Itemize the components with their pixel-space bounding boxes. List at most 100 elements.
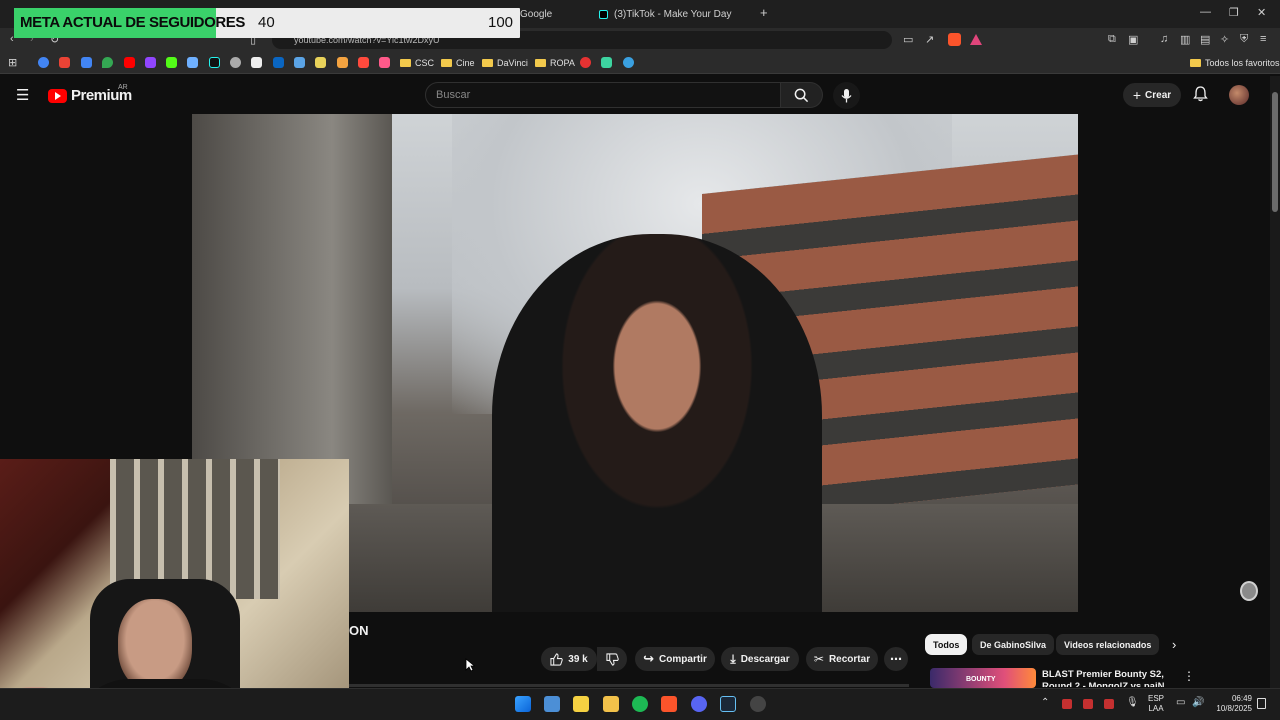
apps-grid-icon[interactable]: ⊞: [8, 56, 17, 69]
more-vertical-icon[interactable]: ⋮: [1183, 669, 1195, 683]
chip-related[interactable]: Videos relacionados: [1056, 634, 1160, 655]
bookmark-cloud-icon[interactable]: [294, 57, 305, 68]
bookmark-folder-ropa[interactable]: ROPA: [535, 54, 575, 72]
obs-icon[interactable]: [750, 696, 766, 712]
region-code: AR: [118, 84, 128, 91]
recommended-thumbnail[interactable]: BOUNTY: [930, 668, 1036, 688]
windows-start-icon[interactable]: [515, 696, 531, 712]
video-title: ON: [349, 623, 369, 638]
hamburger-menu-icon[interactable]: ☰: [16, 86, 29, 104]
bookmark-folder-cine[interactable]: Cine: [441, 54, 475, 72]
bookmark-slack-icon[interactable]: [337, 57, 348, 68]
docs-bookmark-icon[interactable]: [81, 57, 92, 68]
like-button[interactable]: 39 k: [541, 647, 597, 671]
download-button[interactable]: ⤓ Descargar: [721, 647, 799, 671]
volume-icon[interactable]: 🔊: [1192, 697, 1204, 708]
like-count: 39 k: [568, 653, 588, 665]
sidebar-icon[interactable]: ▥: [1180, 33, 1190, 46]
microphone-icon: [841, 88, 852, 102]
share-icon[interactable]: ↗: [925, 33, 934, 46]
follower-goal-target: 100: [488, 14, 514, 31]
sticky-notes-icon[interactable]: [573, 696, 589, 712]
all-bookmarks[interactable]: Todos los favoritos: [1190, 54, 1280, 72]
scissors-icon: ✂: [813, 652, 824, 666]
gmail-bookmark-icon[interactable]: [59, 57, 70, 68]
scrollbar-thumb[interactable]: [1272, 92, 1278, 212]
music-icon[interactable]: ♫: [1160, 33, 1168, 45]
folder-icon: [535, 59, 546, 67]
chip-todos[interactable]: Todos: [925, 634, 968, 655]
network-icon[interactable]: ▭: [1176, 697, 1185, 708]
clock[interactable]: 06:49 10/8/2025: [1212, 694, 1252, 714]
google-bookmark-icon[interactable]: [38, 57, 49, 68]
steam-icon[interactable]: [720, 696, 736, 712]
bookmark-flash-icon[interactable]: [358, 57, 369, 68]
create-button[interactable]: + Crear: [1123, 83, 1181, 107]
linkedin-bookmark-icon[interactable]: [273, 57, 284, 68]
photos-icon[interactable]: [544, 696, 560, 712]
youtube-bookmark-icon[interactable]: [124, 57, 135, 68]
bookmark-folder-davinci[interactable]: DaVinci: [482, 54, 528, 72]
twitter-bookmark-icon[interactable]: [187, 57, 198, 68]
brave-shield-icon[interactable]: [948, 33, 961, 46]
chevron-right-icon[interactable]: ›: [1172, 637, 1176, 652]
bookmark-plus-icon[interactable]: [379, 57, 390, 68]
notifications-bell-icon[interactable]: [1193, 86, 1208, 107]
vpn-icon[interactable]: ⛨: [1240, 33, 1248, 46]
close-icon[interactable]: ✕: [1257, 6, 1266, 19]
keyboard-language[interactable]: ESP LAA: [1148, 694, 1164, 714]
search-input[interactable]: Buscar: [425, 82, 781, 108]
webcam-overlay: [0, 459, 349, 720]
search-button[interactable]: [781, 82, 823, 108]
tray-chevron-up-icon[interactable]: ⌃: [1041, 697, 1049, 708]
recommended-title[interactable]: BLAST Premier Bounty S2, Round 2 - Mongo…: [1042, 669, 1182, 687]
thumbs-up-icon: [550, 652, 563, 666]
tiktok-icon: [599, 9, 608, 19]
dislike-button[interactable]: [597, 647, 627, 671]
wallet-icon[interactable]: ▤: [1200, 33, 1210, 46]
maps-bookmark-icon[interactable]: [102, 57, 113, 68]
chip-channel[interactable]: De GabinoSilva: [972, 634, 1055, 655]
bookmark-edge-icon[interactable]: [623, 57, 634, 68]
spotify-icon[interactable]: [632, 696, 648, 712]
file-explorer-icon[interactable]: [603, 696, 619, 712]
more-horizontal-icon: ⋯: [890, 652, 902, 666]
leo-ai-icon[interactable]: ✧: [1220, 33, 1229, 46]
share-button[interactable]: ↪ Compartir: [635, 647, 715, 671]
bookmark-c-icon[interactable]: [580, 57, 591, 68]
twitch-bookmark-icon[interactable]: [145, 57, 156, 68]
menu-icon[interactable]: ≡: [1260, 33, 1266, 45]
bookmark-folder-csc[interactable]: CSC: [400, 54, 434, 72]
brave-browser-icon[interactable]: [661, 696, 677, 712]
bookmark-yellow-icon[interactable]: [315, 57, 326, 68]
tiktok-bookmark-icon[interactable]: [209, 57, 220, 68]
minimize-icon[interactable]: —: [1200, 6, 1211, 18]
tray-app-icon[interactable]: [1062, 699, 1072, 709]
amazon-bookmark-icon[interactable]: [251, 57, 262, 68]
brave-rewards-icon[interactable]: [970, 34, 982, 45]
maximize-icon[interactable]: ❐: [1229, 6, 1239, 19]
bookmark-whatsapp-icon[interactable]: [601, 57, 612, 68]
kick-bookmark-icon[interactable]: [166, 57, 177, 68]
chatgpt-bookmark-icon[interactable]: [230, 57, 241, 68]
download-label: Descargar: [740, 653, 790, 665]
discord-icon[interactable]: [691, 696, 707, 712]
cast-icon[interactable]: ▭: [903, 33, 913, 46]
clip-button[interactable]: ✂ Recortar: [806, 647, 878, 671]
tray-app-icon[interactable]: [1083, 699, 1093, 709]
tab-tiktok[interactable]: (3)TikTok - Make Your Day: [599, 4, 731, 24]
notifications-icon[interactable]: [1257, 698, 1266, 709]
voice-search-button[interactable]: [833, 82, 860, 109]
video-frame-person: [492, 234, 822, 612]
avatar[interactable]: [1229, 85, 1249, 105]
extensions-icon[interactable]: ⧉: [1108, 33, 1116, 46]
screenshot-icon[interactable]: ▣: [1128, 33, 1138, 46]
description-divider: [349, 684, 909, 687]
folder-icon: [441, 59, 452, 67]
more-actions-button[interactable]: ⋯: [884, 647, 908, 671]
tray-microphone-icon[interactable]: 🎙: [1126, 697, 1139, 708]
share-label: Compartir: [659, 653, 707, 665]
plus-icon[interactable]: +: [760, 5, 768, 20]
tray-app-icon[interactable]: [1104, 699, 1114, 709]
clip-label: Recortar: [828, 653, 871, 665]
